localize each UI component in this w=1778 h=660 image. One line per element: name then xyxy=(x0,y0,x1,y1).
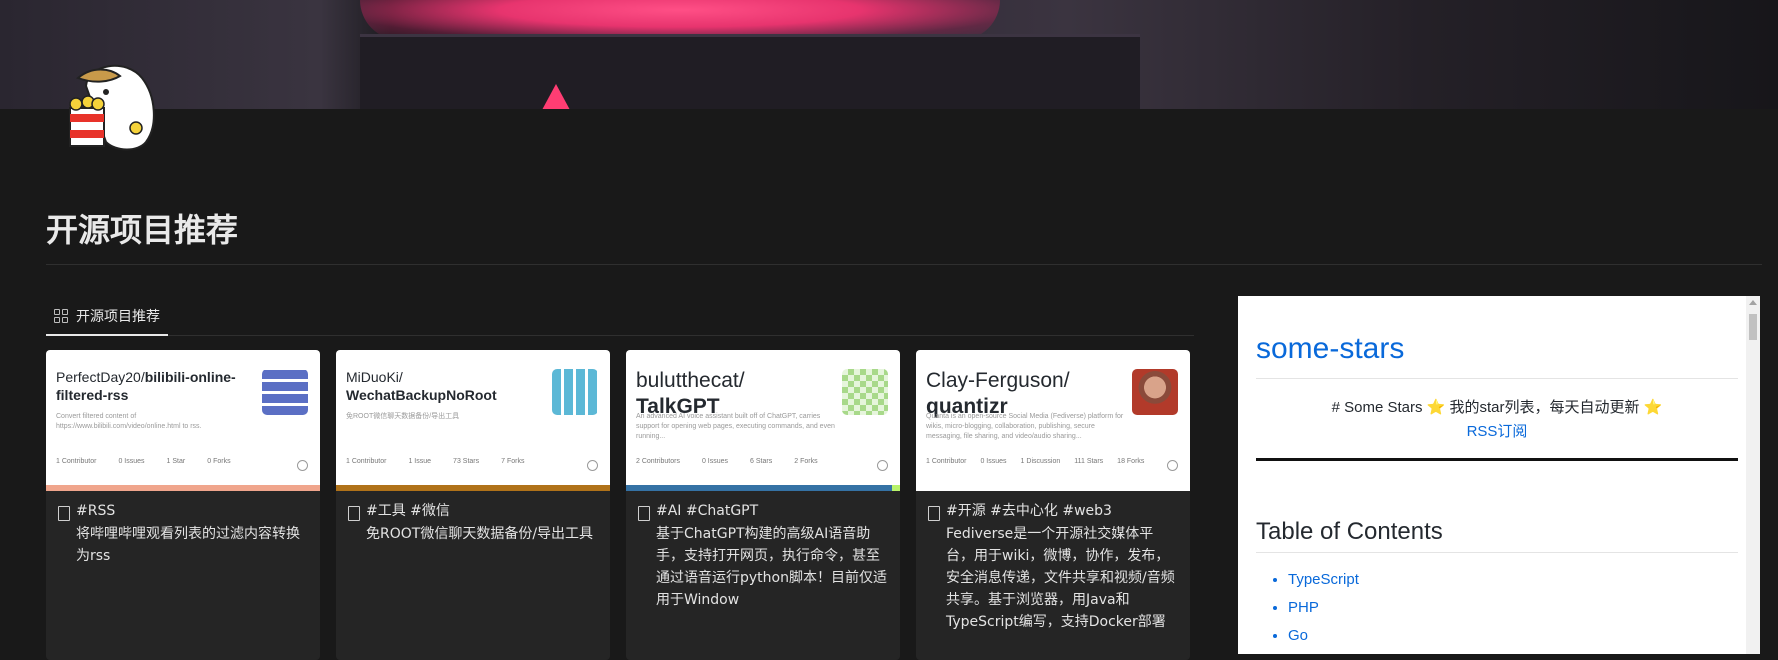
page-document-icon xyxy=(348,506,360,521)
tab-label: 开源项目推荐 xyxy=(76,309,160,325)
scroll-thumb[interactable] xyxy=(1749,314,1757,340)
repo-stats: 1 Contributor 1 Issue 73 Stars 7 Forks xyxy=(346,458,525,465)
database-view-tabs: 开源项目推荐 xyxy=(46,298,1194,336)
card-properties: #RSS 将哔哩哔哩观看列表的过滤内容转换为rss xyxy=(46,491,320,577)
repo-description: Convert filtered content of https://www.… xyxy=(56,413,202,430)
card-tags: #AI #ChatGPT xyxy=(656,503,759,519)
toc-link[interactable]: PHP xyxy=(1288,594,1359,622)
page-title: 开源项目推荐 xyxy=(46,211,239,249)
card-description: Fediverse是一个开源社交媒体平台，用于wiki，微博，协作，发布，安全消… xyxy=(946,526,1175,630)
gallery-card[interactable]: Clay-Ferguson/quantizr Quanta is an open… xyxy=(916,350,1190,660)
repo-description: 免ROOT微信聊天数据备份/导出工具 xyxy=(346,413,460,420)
card-cover-github-preview: Clay-Ferguson/quantizr Quanta is an open… xyxy=(916,350,1190,491)
toc-heading: Table of Contents xyxy=(1256,518,1443,545)
repo-stats: 1 Contributor 0 Issues 1 Discussion 111 Sta… xyxy=(926,458,1145,465)
card-cover-github-preview: bulutthecat/TalkGPT An advanced AI voice… xyxy=(626,350,900,491)
card-tags: #工具 #微信 xyxy=(366,503,450,519)
github-icon xyxy=(1167,460,1178,471)
card-cover-github-preview: PerfectDay20/bilibili-online-filtered-rs… xyxy=(46,350,320,491)
toc-list: TypeScript PHP Go xyxy=(1256,566,1359,650)
heading-divider xyxy=(1256,378,1738,379)
card-properties: #工具 #微信 免ROOT微信聊天数据备份/导出工具 xyxy=(336,491,610,555)
owner-avatar-icon xyxy=(1132,369,1178,415)
repo-description: Quanta is an open-source Social Media (F… xyxy=(926,413,1124,440)
page-icon-popcorn-character[interactable] xyxy=(66,56,162,154)
card-properties: #开源 #去中心化 #web3 Fediverse是一个开源社交媒体平台，用于w… xyxy=(916,491,1190,643)
readme-heading-link[interactable]: some-stars xyxy=(1256,332,1404,366)
toc-link[interactable]: Go xyxy=(1288,622,1359,650)
repo-name: MiDuoKi/WechatBackupNoRoot xyxy=(346,369,497,403)
embed-scrollbar[interactable] xyxy=(1746,296,1760,654)
page-document-icon xyxy=(928,506,940,521)
horizontal-rule xyxy=(1256,458,1738,461)
rss-link[interactable]: RSS订阅 xyxy=(1256,420,1738,441)
card-cover-github-preview: MiDuoKi/WechatBackupNoRoot 免ROOT微信聊天数据备份… xyxy=(336,350,610,491)
repo-stats: 1 Contributor 0 Issues 1 Star 0 Forks xyxy=(56,458,231,465)
toc-link[interactable]: TypeScript xyxy=(1288,566,1359,594)
card-tags: #开源 #去中心化 #web3 xyxy=(946,503,1112,519)
heading-divider xyxy=(1256,552,1738,553)
gallery-card[interactable]: PerfectDay20/bilibili-online-filtered-rs… xyxy=(46,350,320,660)
gallery-card[interactable]: bulutthecat/TalkGPT An advanced AI voice… xyxy=(626,350,900,660)
cover-pink-triangle xyxy=(542,84,570,109)
page-cover xyxy=(0,0,1778,109)
repo-identicon-icon xyxy=(262,369,308,415)
github-icon xyxy=(587,460,598,471)
card-tags: #RSS xyxy=(76,503,116,519)
cover-dark-block xyxy=(360,34,1140,109)
gallery-icon xyxy=(54,309,68,323)
repo-identicon-icon xyxy=(552,369,598,415)
card-description: 将哔哩哔哩观看列表的过滤内容转换为rss xyxy=(76,526,300,564)
card-description: 免ROOT微信聊天数据备份/导出工具 xyxy=(366,526,594,542)
gallery-card[interactable]: MiDuoKi/WechatBackupNoRoot 免ROOT微信聊天数据备份… xyxy=(336,350,610,660)
repo-identicon-icon xyxy=(842,369,888,415)
card-properties: #AI #ChatGPT 基于ChatGPT构建的高级AI语音助手，支持打开网页… xyxy=(626,491,900,621)
page-document-icon xyxy=(58,506,70,521)
card-description: 基于ChatGPT构建的高级AI语音助手，支持打开网页，执行命令，甚至通过语音运… xyxy=(656,526,887,608)
github-icon xyxy=(877,460,888,471)
readme-intro: # Some Stars ⭐ 我的star列表，每天自动更新 ⭐ xyxy=(1331,399,1663,416)
repo-stats: 2 Contributors 0 Issues 6 Stars 2 Forks xyxy=(636,458,818,465)
page-document-icon xyxy=(638,506,650,521)
tab-gallery-view[interactable]: 开源项目推荐 xyxy=(46,298,168,336)
embedded-readme[interactable]: some-stars # Some Stars ⭐ 我的star列表，每天自动更… xyxy=(1238,296,1760,654)
repo-description: An advanced AI voice assistant built off… xyxy=(636,413,835,440)
repo-name: PerfectDay20/bilibili-online-filtered-rs… xyxy=(56,369,236,403)
scroll-up-arrow-icon[interactable] xyxy=(1749,300,1757,305)
github-icon xyxy=(297,460,308,471)
title-divider xyxy=(46,264,1762,265)
